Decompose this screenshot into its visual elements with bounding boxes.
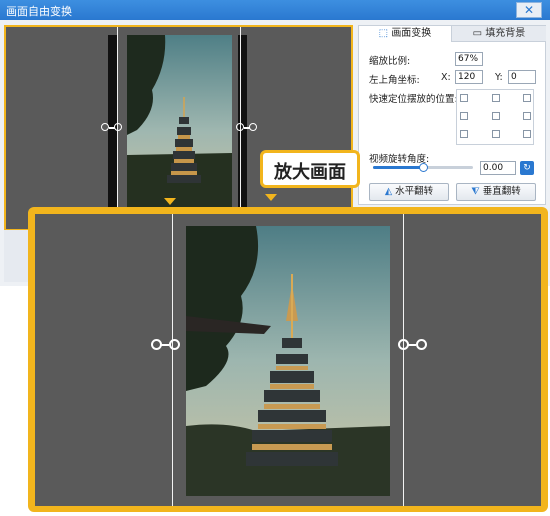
zoom-callout-text: 放大画面: [274, 162, 346, 183]
pos-bottom-center-checkbox[interactable]: [492, 130, 500, 138]
preview-frame-right-edge[interactable]: [240, 27, 241, 207]
title-bar: 画面自由变换 ✕: [0, 0, 550, 20]
zoomed-left-handle[interactable]: [151, 339, 181, 350]
pos-top-right-checkbox[interactable]: [523, 94, 531, 102]
transform-tab-icon: ⬚: [378, 28, 392, 39]
x-label: X:: [441, 72, 451, 83]
tab-fill-background[interactable]: ▭ 填充背景: [451, 26, 546, 42]
preview-frame-left-edge[interactable]: [117, 27, 118, 207]
pos-bottom-right-checkbox[interactable]: [523, 130, 531, 138]
pos-center-checkbox[interactable]: [492, 112, 500, 120]
preview-photo: [127, 35, 232, 210]
window-title: 画面自由变换: [6, 5, 72, 18]
pos-bottom-left-checkbox[interactable]: [460, 130, 468, 138]
pos-top-center-checkbox[interactable]: [492, 94, 500, 102]
zoomed-frame-right-edge[interactable]: [403, 214, 404, 506]
flip-vertical-label: 垂直翻转: [482, 186, 521, 197]
flip-horizontal-label: 水平翻转: [395, 186, 434, 197]
x-input[interactable]: 120: [455, 70, 483, 84]
tab-transform-label: 画面变换: [391, 28, 432, 39]
pos-middle-right-checkbox[interactable]: [523, 112, 531, 120]
zoom-input[interactable]: 67%: [455, 52, 483, 66]
close-button[interactable]: ✕: [516, 2, 542, 18]
zoomed-right-handle[interactable]: [398, 339, 428, 350]
tab-fill-background-label: 填充背景: [485, 28, 526, 39]
quick-position-grid: [456, 89, 534, 145]
preview-left-handle[interactable]: [101, 123, 123, 133]
flip-vertical-icon: ⧨: [471, 186, 483, 197]
zoom-callout: 放大画面: [260, 150, 360, 188]
flip-horizontal-icon: ◭: [384, 186, 396, 197]
callout-pointer: [265, 194, 277, 201]
pos-top-left-checkbox[interactable]: [460, 94, 468, 102]
preview-anchor-marker: [164, 198, 176, 205]
flip-vertical-button[interactable]: ⧨ 垂直翻转: [456, 183, 536, 201]
zoomed-frame-left-edge[interactable]: [172, 214, 173, 506]
zoomed-photo: [186, 226, 390, 496]
preview-right-handle[interactable]: [236, 123, 258, 133]
y-label: Y:: [495, 72, 503, 83]
rotation-slider[interactable]: [373, 163, 473, 172]
rotation-input[interactable]: 0.00: [480, 161, 516, 175]
zoom-label: 缩放比例:: [369, 56, 411, 67]
position-label: 左上角坐标:: [369, 75, 420, 86]
rotation-slider-fill: [373, 166, 423, 169]
rotate-icon[interactable]: ↻: [520, 161, 534, 175]
background-tab-icon: ▭: [472, 28, 486, 39]
rotation-slider-knob[interactable]: [419, 163, 428, 172]
transform-panel: ⬚ 画面变换 ▭ 填充背景 缩放比例: 67% 左上角坐标: X: 120 Y:…: [358, 25, 546, 205]
quick-position-label: 快速定位摆放的位置:: [369, 94, 458, 105]
flip-horizontal-button[interactable]: ◭ 水平翻转: [369, 183, 449, 201]
pos-middle-left-checkbox[interactable]: [460, 112, 468, 120]
y-input[interactable]: 0: [508, 70, 536, 84]
tab-transform[interactable]: ⬚ 画面变换: [359, 26, 451, 42]
